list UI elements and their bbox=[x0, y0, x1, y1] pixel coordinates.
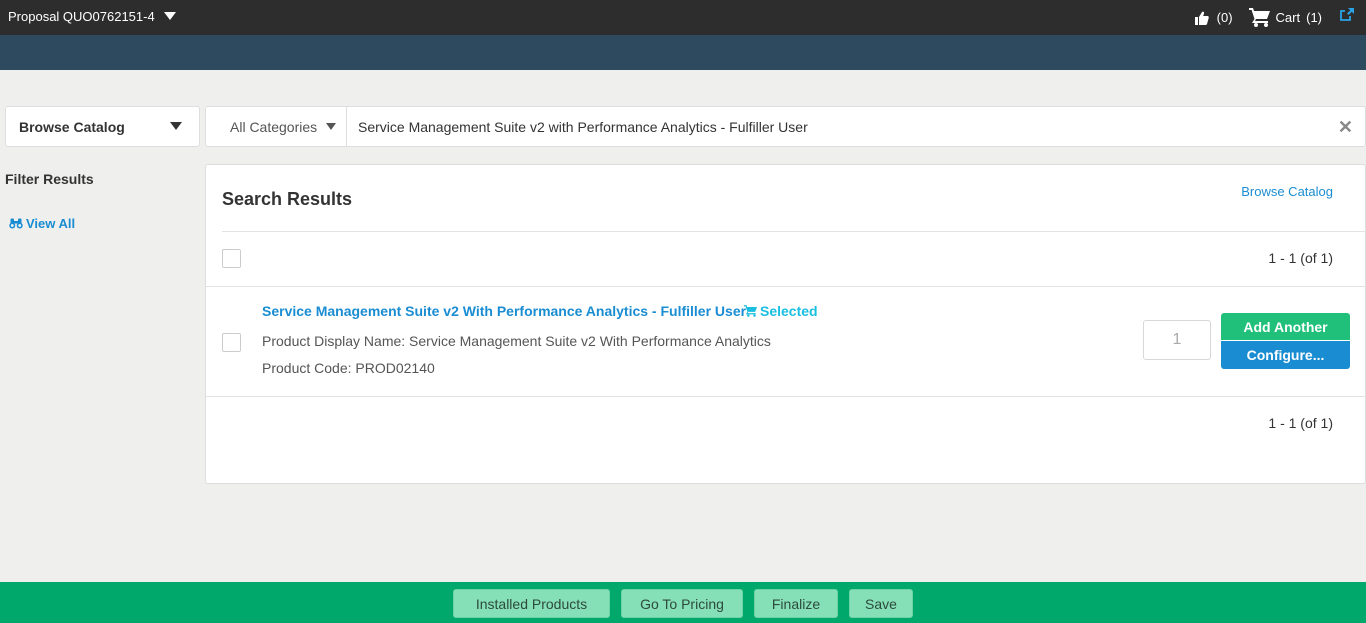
proposal-menu[interactable]: Proposal QUO0762151-4 bbox=[8, 9, 176, 24]
chevron-down-icon bbox=[170, 122, 182, 130]
product-title-link[interactable]: Service Management Suite v2 With Perform… bbox=[262, 303, 746, 319]
divider bbox=[206, 396, 1366, 397]
cart-icon bbox=[744, 305, 757, 317]
cart-button[interactable]: Cart (1) bbox=[1248, 8, 1322, 27]
divider bbox=[222, 231, 1366, 232]
results-count-bottom: 1 - 1 (of 1) bbox=[1268, 415, 1333, 431]
browse-catalog-dropdown[interactable]: Browse Catalog bbox=[5, 106, 200, 147]
footer-bar: Installed Products Go To Pricing Finaliz… bbox=[0, 582, 1366, 623]
proposal-label: Proposal QUO0762151-4 bbox=[8, 9, 155, 24]
save-button[interactable]: Save bbox=[849, 589, 913, 618]
add-another-button[interactable]: Add Another bbox=[1221, 313, 1350, 340]
view-all-link[interactable]: View All bbox=[9, 216, 75, 231]
installed-products-button[interactable]: Installed Products bbox=[453, 589, 610, 618]
browse-catalog-label: Browse Catalog bbox=[19, 118, 125, 135]
chevron-down-icon bbox=[326, 123, 337, 130]
quantity-input[interactable] bbox=[1143, 320, 1211, 360]
header-banner bbox=[0, 35, 1366, 70]
category-dropdown[interactable]: All Categories bbox=[206, 107, 347, 146]
search-input[interactable] bbox=[358, 107, 1333, 146]
share-icon bbox=[1340, 8, 1354, 21]
view-all-label: View All bbox=[26, 216, 76, 231]
go-to-pricing-button[interactable]: Go To Pricing bbox=[621, 589, 743, 618]
cart-count: (1) bbox=[1306, 10, 1322, 25]
select-all-checkbox[interactable] bbox=[222, 249, 241, 268]
divider bbox=[206, 286, 1366, 287]
thumbs-up-icon bbox=[1194, 11, 1209, 25]
selected-label: Selected bbox=[760, 303, 818, 319]
top-right-actions: (0) Cart (1) bbox=[1194, 0, 1366, 35]
browse-catalog-link[interactable]: Browse Catalog bbox=[1241, 184, 1333, 199]
top-bar: Proposal QUO0762151-4 (0) Cart (1) bbox=[0, 0, 1366, 35]
chevron-down-icon bbox=[163, 11, 176, 20]
configure-button[interactable]: Configure... bbox=[1221, 341, 1350, 369]
search-results-title: Search Results bbox=[222, 189, 353, 209]
binoculars-icon bbox=[9, 218, 23, 229]
search-results-panel: Search Results Browse Catalog 1 - 1 (of … bbox=[205, 164, 1366, 484]
filter-results-heading: Filter Results bbox=[5, 171, 94, 187]
cart-label: Cart bbox=[1275, 10, 1301, 25]
finalize-button[interactable]: Finalize bbox=[754, 589, 838, 618]
likes-count: (0) bbox=[1216, 10, 1233, 25]
item-checkbox[interactable] bbox=[222, 333, 241, 352]
cart-icon bbox=[1248, 8, 1270, 27]
likes-button[interactable]: (0) bbox=[1194, 10, 1233, 25]
product-display-name: Product Display Name: Service Management… bbox=[262, 333, 771, 349]
share-button[interactable] bbox=[1340, 8, 1354, 21]
clear-search-icon[interactable]: ✕ bbox=[1338, 117, 1353, 138]
product-code: Product Code: PROD02140 bbox=[262, 360, 435, 376]
selected-badge: Selected bbox=[744, 303, 818, 319]
category-label: All Categories bbox=[230, 118, 318, 135]
search-bar: All Categories ✕ bbox=[205, 106, 1366, 147]
results-count-top: 1 - 1 (of 1) bbox=[1268, 250, 1333, 266]
